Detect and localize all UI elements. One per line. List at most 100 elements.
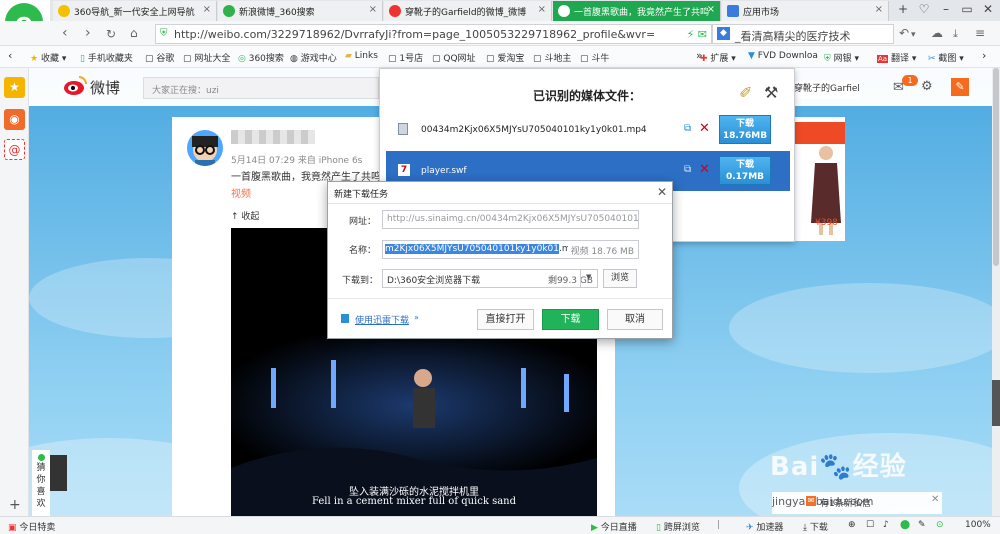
name-field[interactable]: m2Kjx06X5MJYsU705040101ky1y0k01.mp4视频 18…: [382, 240, 639, 259]
undo-icon[interactable]: ↶: [899, 26, 909, 40]
zoom-level[interactable]: 100%: [965, 520, 991, 530]
bookmark-5[interactable]: ◍ 游戏中心: [290, 51, 337, 64]
close-icon[interactable]: ×: [203, 4, 211, 15]
saveto-dropdown-icon[interactable]: ▼: [580, 269, 598, 288]
thunder-link[interactable]: 使用迅雷下载: [355, 313, 409, 326]
settings-gear-icon[interactable]: ⚙: [921, 79, 933, 94]
search-input[interactable]: ◆ _看清高精尖的医疗技术: [712, 24, 894, 44]
remove-icon[interactable]: ✕: [699, 121, 710, 136]
bookmark-11[interactable]: ▢ 斗牛: [580, 51, 609, 64]
bookmark-4[interactable]: ◎ 360搜索: [238, 51, 284, 64]
collapse-link[interactable]: ↑ 收起: [231, 209, 259, 222]
download-button-1[interactable]: 下载 0.17MB: [719, 156, 771, 185]
new-tab-icon[interactable]: +: [892, 2, 914, 16]
forward-icon[interactable]: ›: [85, 25, 91, 41]
search-engine-icon[interactable]: ◆: [717, 27, 730, 40]
status-icon-1[interactable]: ⊕: [848, 520, 856, 530]
status-icon-4[interactable]: ⬤: [900, 520, 910, 530]
today-sale-button[interactable]: ▣ 今日特卖: [8, 520, 55, 533]
bookmark-2[interactable]: ▢ 谷歌: [145, 51, 174, 64]
minimize-icon[interactable]: –: [935, 2, 957, 16]
tools-icon[interactable]: ⚒: [764, 83, 778, 102]
weibo-logo-icon[interactable]: [62, 74, 88, 96]
cross-screen-button[interactable]: ▯ 跨屏浏览: [656, 520, 700, 533]
lightning-icon[interactable]: ⚡ ✉: [682, 28, 707, 41]
bookmark-8[interactable]: ▢ QQ网址: [432, 51, 476, 64]
downloads-button[interactable]: ⤓ 下载: [803, 520, 828, 533]
home-icon[interactable]: ⌂: [130, 26, 138, 40]
download-button-0[interactable]: 下载 18.76MB: [719, 115, 771, 144]
bookmark-7[interactable]: ▢ 1号店: [388, 51, 423, 64]
bookmarks-next-icon[interactable]: ›: [982, 49, 986, 62]
page-scrollbar[interactable]: [992, 68, 1000, 516]
back-icon[interactable]: ‹: [62, 25, 68, 41]
netbank-button[interactable]: ⛨ 网银 ▾: [824, 51, 859, 64]
bookmark-0[interactable]: ★ 收藏 ▾: [30, 51, 66, 64]
private-message-tip[interactable]: jingyan.baidu.com ✉ 有1条新私信 ✕: [772, 492, 942, 514]
weibo-username[interactable]: 穿靴子的Garfield: [794, 81, 860, 99]
url-input[interactable]: ⛨ http://weibo.com/3229718962/DvrrafyJi?…: [155, 24, 712, 44]
thunder-checkbox[interactable]: [341, 314, 349, 323]
open-directly-button[interactable]: 直接打开: [477, 309, 534, 330]
tip-close-icon[interactable]: ✕: [931, 494, 939, 505]
copy-link-icon[interactable]: ⧉: [684, 164, 691, 175]
status-icon-2[interactable]: ☐: [866, 520, 874, 530]
bookmark-10[interactable]: ▢ 斗地主: [533, 51, 571, 64]
tab-0[interactable]: 360导航_新一代安全上网导航 ×: [53, 1, 217, 21]
ad-banner[interactable]: › ¥398: [795, 117, 845, 241]
compose-icon[interactable]: ✎: [951, 78, 969, 96]
guess-you-like-tab[interactable]: 猜 你 喜 欢: [32, 450, 50, 516]
mail-at-icon[interactable]: @: [4, 139, 25, 160]
avatar[interactable]: [187, 130, 223, 166]
close-icon[interactable]: ×: [875, 4, 883, 15]
side-widget-handle[interactable]: [992, 380, 1000, 426]
recommend-thumbnail[interactable]: [50, 455, 67, 491]
dialog-close-icon[interactable]: ✕: [657, 185, 667, 199]
extensions-button[interactable]: ✚ 扩展 ▾: [700, 51, 736, 64]
broom-icon[interactable]: ✐: [739, 83, 752, 102]
close-icon[interactable]: ×: [369, 4, 377, 15]
remove-icon[interactable]: ✕: [699, 162, 710, 177]
tab-1[interactable]: 新浪微博_360搜索 ×: [218, 1, 383, 21]
sidebar-add-icon[interactable]: +: [9, 497, 21, 513]
tab-2[interactable]: 穿靴子的Garfield的微博_微博 ×: [384, 1, 552, 21]
tab-4[interactable]: 应用市场 ×: [722, 1, 889, 21]
status-icon-5[interactable]: ✎: [918, 520, 926, 530]
bookmark-6[interactable]: ▰ Links: [345, 51, 378, 61]
saveto-field[interactable]: D:\360安全浏览器下载 剩99.3 GB: [382, 269, 598, 288]
translate-button[interactable]: Aa 翻译 ▾: [877, 51, 916, 64]
close-icon[interactable]: ×: [707, 4, 715, 15]
fvd-downloader-button[interactable]: ▼ FVD Downloa: [748, 51, 818, 61]
browse-button[interactable]: 浏览: [603, 269, 637, 288]
maximize-icon[interactable]: ▭: [956, 2, 978, 16]
cancel-button[interactable]: 取消: [607, 309, 663, 330]
window-close-icon[interactable]: ✕: [977, 2, 999, 16]
download-confirm-button[interactable]: 下载: [542, 309, 599, 330]
today-live-button[interactable]: ▶ 今日直播: [591, 520, 637, 533]
video-tag-link[interactable]: 视频: [231, 185, 251, 200]
weibo-sidebar-icon[interactable]: ◉: [4, 109, 25, 130]
bookmark-1[interactable]: ▯ 手机收藏夹: [80, 51, 133, 64]
url-field[interactable]: http://us.sinaimg.cn/00434m2Kjx06X5MJYsU…: [382, 210, 639, 229]
favorites-star-icon[interactable]: ★: [4, 77, 25, 98]
thunder-expand-icon[interactable]: »: [414, 313, 419, 322]
weibo-search-input[interactable]: 大家正在搜：uzi: [143, 77, 379, 99]
refresh-icon[interactable]: ↻: [106, 27, 116, 41]
close-icon[interactable]: ×: [538, 4, 546, 15]
screenshot-button[interactable]: ✂ 截图 ▾: [928, 51, 964, 64]
page-icon: ▢: [486, 54, 495, 64]
status-icon-3[interactable]: ♪: [883, 520, 889, 530]
bookmarks-prev-icon[interactable]: ‹: [8, 49, 12, 62]
cloud-icon[interactable]: ☁: [931, 26, 943, 40]
copy-link-icon[interactable]: ⧉: [684, 123, 691, 134]
accelerator-button[interactable]: ✈ 加速器: [746, 520, 783, 533]
ad-next-icon[interactable]: ›: [795, 177, 801, 193]
skin-icon[interactable]: ♡: [913, 2, 935, 16]
scrollbar-thumb[interactable]: [993, 68, 999, 266]
bookmark-3[interactable]: ▢ 网址大全: [183, 51, 230, 64]
download-icon[interactable]: ⤓: [953, 27, 958, 41]
bookmark-9[interactable]: ▢ 爱淘宝: [486, 51, 524, 64]
menu-icon[interactable]: ≡: [975, 26, 985, 40]
tab-3-active[interactable]: 一首腹黑歌曲，我竟然产生了共鸣 ×: [553, 1, 721, 21]
undo-menu-icon[interactable]: ▾: [911, 30, 916, 40]
